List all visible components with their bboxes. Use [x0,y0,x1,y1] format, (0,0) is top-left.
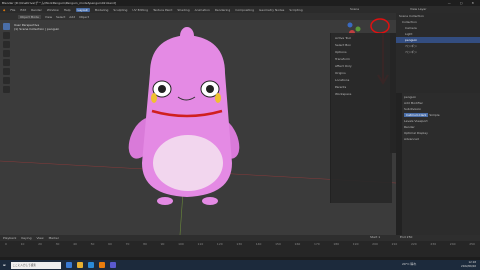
menu-item[interactable]: UV Editing [132,8,148,12]
render-levels-field[interactable]: Render [404,125,480,129]
menu-item[interactable]: Window [47,8,59,12]
timeline-tick: 90 [160,242,165,246]
blender-logo-icon[interactable]: ◆ [3,8,5,12]
optimal-display-checkbox[interactable]: Optimal Display [404,131,480,135]
workspace-header[interactable]: Workspace [335,92,388,96]
menu-item[interactable]: File [10,8,15,12]
timeline-tick: 250 [469,242,475,246]
parents-checkbox[interactable]: Parents [335,85,388,89]
properties-editor: penguin Add Modifier Subdivision Catmull… [396,93,480,235]
sidebar-n-panel: Active Tool Select Box Options Transform… [330,33,392,203]
start-frame-field[interactable]: Start 1 [370,235,380,239]
timeline-tick: 110 [197,242,204,246]
select-box-option[interactable]: Select Box [335,43,388,47]
timeline-tick: 70 [125,242,130,246]
menu-item[interactable]: Shading [177,8,189,12]
timeline-tick: 170 [313,242,320,246]
outliner: Scene Collection Collection Camera Light pen… [396,13,480,93]
menu-item[interactable]: Modeling [95,8,109,12]
locations-checkbox[interactable]: Locations [335,78,388,82]
timeline-tick: 50 [90,242,95,246]
view-layer-selector[interactable]: View Layer [410,7,426,11]
levels-viewport-field[interactable]: Levels Viewport [404,119,480,123]
timeline-tick: 0 [5,242,7,246]
properties-tabs[interactable] [396,93,402,235]
timeline-tick: 190 [352,242,359,246]
modifier-name[interactable]: Subdivision [404,107,480,111]
timeline-tick: 60 [108,242,112,246]
timeline-tick: 140 [255,242,262,246]
outliner-row[interactable]: ペンギン [396,49,480,55]
end-frame-field[interactable]: End 250 [400,235,412,239]
menu-item[interactable]: Geometry Nodes [259,8,284,12]
options-header[interactable]: Options [335,50,388,54]
transform-header[interactable]: Transform [335,57,388,61]
weather-widget[interactable]: 20°C 晴れ [402,262,416,266]
menu-item[interactable]: Texture Paint [153,8,172,12]
timeline-tick: 10 [20,242,25,246]
menu-item[interactable]: Sculpting [113,8,127,12]
menu-item[interactable]: Rendering [215,8,230,12]
simple-button[interactable]: Simple [429,113,439,117]
explorer-icon[interactable] [76,262,83,268]
timeline-tick: 160 [294,242,301,246]
menu-item[interactable]: Edit [20,8,26,12]
taskbar-search[interactable]: ここに入力して検索 [10,261,61,269]
timeline-tick: 40 [73,242,77,246]
scene-selector[interactable]: Scene [350,7,359,11]
timeline-tick: 240 [449,242,456,246]
edge-icon[interactable] [87,262,94,268]
timeline-tick: 130 [236,242,243,246]
advanced-header[interactable]: Advanced [404,137,480,141]
menu-item[interactable]: Scripting [289,8,302,12]
3d-viewport[interactable]: Object Mode View Select Add Object User … [0,13,396,235]
menu-item[interactable]: Compositing [235,8,254,12]
menu-item[interactable]: Layout [75,7,90,12]
timeline-tick: 180 [333,242,340,246]
timeline: Playback Keying View Marker 0 10 20 30 40 50 60 70… [0,235,480,257]
add-modifier-button[interactable]: Add Modifier [404,101,480,105]
timeline-tick: 200 [372,242,378,246]
timeline-tick: 20 [38,242,42,246]
catmull-clark-button[interactable]: Catmull-Clark [404,113,429,117]
timeline-tick: 80 [143,242,147,246]
top-menu-bar: ◆ File Edit Render Window Help Layout Modeling… [0,6,480,13]
timeline-menu-item[interactable]: Keying [21,236,31,240]
timeline-tick: 100 [178,242,184,246]
menu-item[interactable]: Help [64,8,71,12]
red-annotation-circle [370,18,390,34]
timeline-tick: 220 [410,242,417,246]
task-view-icon[interactable] [65,262,72,268]
windows-taskbar: ⊞ ここに入力して検索 20°C 晴れ 12:18 2022/06/02 [0,260,480,270]
menu-item[interactable]: Render [31,8,42,12]
timeline-tick: 120 [216,242,223,246]
timeline-ruler[interactable]: 0 10 20 30 40 50 60 70 80 90 100 110 120 130 140 150 160… [0,242,480,247]
affect-only-label: Affect Only [335,64,352,68]
window-title: Blender [D:\OneDrive\ゲーム\WorkPenguin\Pen… [2,1,117,5]
origins-checkbox[interactable]: Origins [335,71,388,75]
timeline-tick: 230 [430,242,437,246]
blender-taskbar-icon[interactable] [98,262,105,268]
timeline-menu-item[interactable]: Marker [49,236,59,240]
timeline-tick: 210 [391,242,398,246]
windows-start-icon[interactable]: ⊞ [3,263,6,267]
object-name: penguin [404,95,417,99]
app-icon[interactable] [109,262,116,268]
timeline-tick: 30 [55,242,60,246]
active-tool-header[interactable]: Active Tool [335,36,388,40]
system-clock[interactable]: 12:18 2022/06/02 [461,261,476,269]
menu-item[interactable]: Animation [195,8,210,12]
timeline-menu-item[interactable]: Playback [3,236,16,240]
timeline-tick: 150 [275,242,281,246]
timeline-menu-item[interactable]: View [36,236,43,240]
